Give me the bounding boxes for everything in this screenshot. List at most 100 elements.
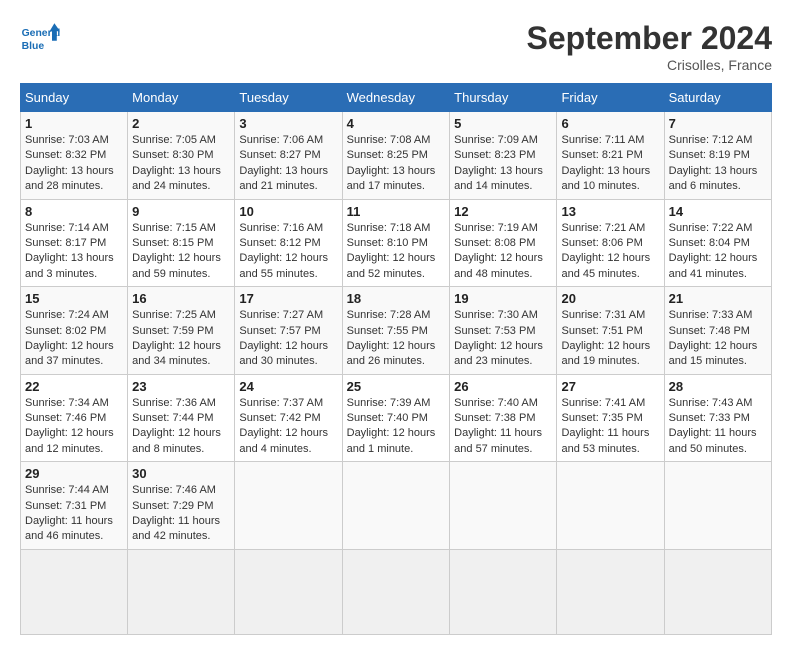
day-number: 17 bbox=[239, 291, 337, 306]
day-info: Sunrise: 7:30 AM Sunset: 7:53 PM Dayligh… bbox=[454, 308, 552, 370]
title-block: September 2024 Crisolles, France bbox=[527, 20, 772, 73]
sunrise-label: Sunrise: 7:34 AM bbox=[25, 397, 109, 409]
sunrise-label: Sunrise: 7:11 AM bbox=[561, 134, 644, 146]
daylight-label: Daylight: 13 hours and 14 minutes. bbox=[454, 165, 543, 192]
location: Crisolles, France bbox=[527, 57, 772, 73]
sunset-label: Sunset: 7:42 PM bbox=[239, 412, 320, 424]
sunrise-label: Sunrise: 7:39 AM bbox=[347, 397, 431, 409]
sunset-label: Sunset: 7:29 PM bbox=[132, 500, 213, 512]
sunset-label: Sunset: 7:59 PM bbox=[132, 325, 213, 337]
sunset-label: Sunset: 7:35 PM bbox=[561, 412, 642, 424]
day-info: Sunrise: 7:03 AM Sunset: 8:32 PM Dayligh… bbox=[25, 133, 123, 195]
day-number: 18 bbox=[347, 291, 446, 306]
daylight-label: Daylight: 12 hours and 19 minutes. bbox=[561, 340, 650, 367]
daylight-label: Daylight: 12 hours and 48 minutes. bbox=[454, 252, 543, 279]
empty-cell bbox=[450, 462, 557, 550]
empty-cell bbox=[664, 549, 771, 634]
col-monday: Monday bbox=[128, 84, 235, 112]
calendar-row: 8 Sunrise: 7:14 AM Sunset: 8:17 PM Dayli… bbox=[21, 199, 772, 287]
empty-cell bbox=[557, 462, 664, 550]
day-info: Sunrise: 7:05 AM Sunset: 8:30 PM Dayligh… bbox=[132, 133, 230, 195]
day-number: 30 bbox=[132, 466, 230, 481]
calendar-table: Sunday Monday Tuesday Wednesday Thursday… bbox=[20, 83, 772, 635]
calendar-row: 29 Sunrise: 7:44 AM Sunset: 7:31 PM Dayl… bbox=[21, 462, 772, 550]
table-row: 3 Sunrise: 7:06 AM Sunset: 8:27 PM Dayli… bbox=[235, 112, 342, 200]
day-info: Sunrise: 7:11 AM Sunset: 8:21 PM Dayligh… bbox=[561, 133, 659, 195]
day-info: Sunrise: 7:15 AM Sunset: 8:15 PM Dayligh… bbox=[132, 221, 230, 283]
daylight-label: Daylight: 11 hours and 46 minutes. bbox=[25, 515, 113, 542]
empty-cell bbox=[557, 549, 664, 634]
sunrise-label: Sunrise: 7:37 AM bbox=[239, 397, 323, 409]
day-info: Sunrise: 7:14 AM Sunset: 8:17 PM Dayligh… bbox=[25, 221, 123, 283]
sunrise-label: Sunrise: 7:14 AM bbox=[25, 222, 109, 234]
daylight-label: Daylight: 11 hours and 57 minutes. bbox=[454, 427, 542, 454]
empty-cell bbox=[235, 549, 342, 634]
daylight-label: Daylight: 12 hours and 1 minute. bbox=[347, 427, 436, 454]
col-friday: Friday bbox=[557, 84, 664, 112]
day-info: Sunrise: 7:25 AM Sunset: 7:59 PM Dayligh… bbox=[132, 308, 230, 370]
day-number: 13 bbox=[561, 204, 659, 219]
day-info: Sunrise: 7:44 AM Sunset: 7:31 PM Dayligh… bbox=[25, 483, 123, 545]
daylight-label: Daylight: 13 hours and 6 minutes. bbox=[669, 165, 758, 192]
day-number: 7 bbox=[669, 116, 767, 131]
sunset-label: Sunset: 8:06 PM bbox=[561, 237, 642, 249]
day-info: Sunrise: 7:43 AM Sunset: 7:33 PM Dayligh… bbox=[669, 396, 767, 458]
empty-cell bbox=[128, 549, 235, 634]
day-info: Sunrise: 7:19 AM Sunset: 8:08 PM Dayligh… bbox=[454, 221, 552, 283]
sunset-label: Sunset: 7:57 PM bbox=[239, 325, 320, 337]
calendar-row: 22 Sunrise: 7:34 AM Sunset: 7:46 PM Dayl… bbox=[21, 374, 772, 462]
day-number: 11 bbox=[347, 204, 446, 219]
sunrise-label: Sunrise: 7:08 AM bbox=[347, 134, 431, 146]
day-info: Sunrise: 7:34 AM Sunset: 7:46 PM Dayligh… bbox=[25, 396, 123, 458]
sunrise-label: Sunrise: 7:44 AM bbox=[25, 484, 109, 496]
table-row: 8 Sunrise: 7:14 AM Sunset: 8:17 PM Dayli… bbox=[21, 199, 128, 287]
day-number: 22 bbox=[25, 379, 123, 394]
daylight-label: Daylight: 11 hours and 50 minutes. bbox=[669, 427, 757, 454]
sunset-label: Sunset: 8:21 PM bbox=[561, 149, 642, 161]
daylight-label: Daylight: 13 hours and 21 minutes. bbox=[239, 165, 328, 192]
sunset-label: Sunset: 7:31 PM bbox=[25, 500, 106, 512]
daylight-label: Daylight: 12 hours and 59 minutes. bbox=[132, 252, 221, 279]
day-info: Sunrise: 7:22 AM Sunset: 8:04 PM Dayligh… bbox=[669, 221, 767, 283]
sunrise-label: Sunrise: 7:36 AM bbox=[132, 397, 216, 409]
day-number: 8 bbox=[25, 204, 123, 219]
page-header: General Blue September 2024 Crisolles, F… bbox=[20, 20, 772, 73]
day-number: 24 bbox=[239, 379, 337, 394]
sunrise-label: Sunrise: 7:12 AM bbox=[669, 134, 753, 146]
sunrise-label: Sunrise: 7:15 AM bbox=[132, 222, 216, 234]
day-number: 3 bbox=[239, 116, 337, 131]
daylight-label: Daylight: 12 hours and 52 minutes. bbox=[347, 252, 436, 279]
sunrise-label: Sunrise: 7:19 AM bbox=[454, 222, 538, 234]
table-row: 29 Sunrise: 7:44 AM Sunset: 7:31 PM Dayl… bbox=[21, 462, 128, 550]
sunset-label: Sunset: 8:08 PM bbox=[454, 237, 535, 249]
sunrise-label: Sunrise: 7:09 AM bbox=[454, 134, 538, 146]
sunset-label: Sunset: 8:19 PM bbox=[669, 149, 750, 161]
table-row: 26 Sunrise: 7:40 AM Sunset: 7:38 PM Dayl… bbox=[450, 374, 557, 462]
sunrise-label: Sunrise: 7:03 AM bbox=[25, 134, 109, 146]
empty-cell bbox=[235, 462, 342, 550]
sunrise-label: Sunrise: 7:06 AM bbox=[239, 134, 323, 146]
table-row: 20 Sunrise: 7:31 AM Sunset: 7:51 PM Dayl… bbox=[557, 287, 664, 375]
daylight-label: Daylight: 12 hours and 12 minutes. bbox=[25, 427, 114, 454]
day-info: Sunrise: 7:41 AM Sunset: 7:35 PM Dayligh… bbox=[561, 396, 659, 458]
day-number: 4 bbox=[347, 116, 446, 131]
col-thursday: Thursday bbox=[450, 84, 557, 112]
sunrise-label: Sunrise: 7:33 AM bbox=[669, 309, 753, 321]
sunset-label: Sunset: 8:32 PM bbox=[25, 149, 106, 161]
svg-text:Blue: Blue bbox=[22, 41, 45, 52]
sunrise-label: Sunrise: 7:31 AM bbox=[561, 309, 645, 321]
sunrise-label: Sunrise: 7:46 AM bbox=[132, 484, 216, 496]
sunrise-label: Sunrise: 7:27 AM bbox=[239, 309, 323, 321]
col-saturday: Saturday bbox=[664, 84, 771, 112]
day-number: 10 bbox=[239, 204, 337, 219]
table-row: 6 Sunrise: 7:11 AM Sunset: 8:21 PM Dayli… bbox=[557, 112, 664, 200]
day-info: Sunrise: 7:46 AM Sunset: 7:29 PM Dayligh… bbox=[132, 483, 230, 545]
table-row: 1 Sunrise: 7:03 AM Sunset: 8:32 PM Dayli… bbox=[21, 112, 128, 200]
sunset-label: Sunset: 8:04 PM bbox=[669, 237, 750, 249]
day-number: 21 bbox=[669, 291, 767, 306]
table-row: 2 Sunrise: 7:05 AM Sunset: 8:30 PM Dayli… bbox=[128, 112, 235, 200]
empty-cell bbox=[342, 549, 450, 634]
day-info: Sunrise: 7:40 AM Sunset: 7:38 PM Dayligh… bbox=[454, 396, 552, 458]
table-row: 11 Sunrise: 7:18 AM Sunset: 8:10 PM Dayl… bbox=[342, 199, 450, 287]
daylight-label: Daylight: 13 hours and 28 minutes. bbox=[25, 165, 114, 192]
